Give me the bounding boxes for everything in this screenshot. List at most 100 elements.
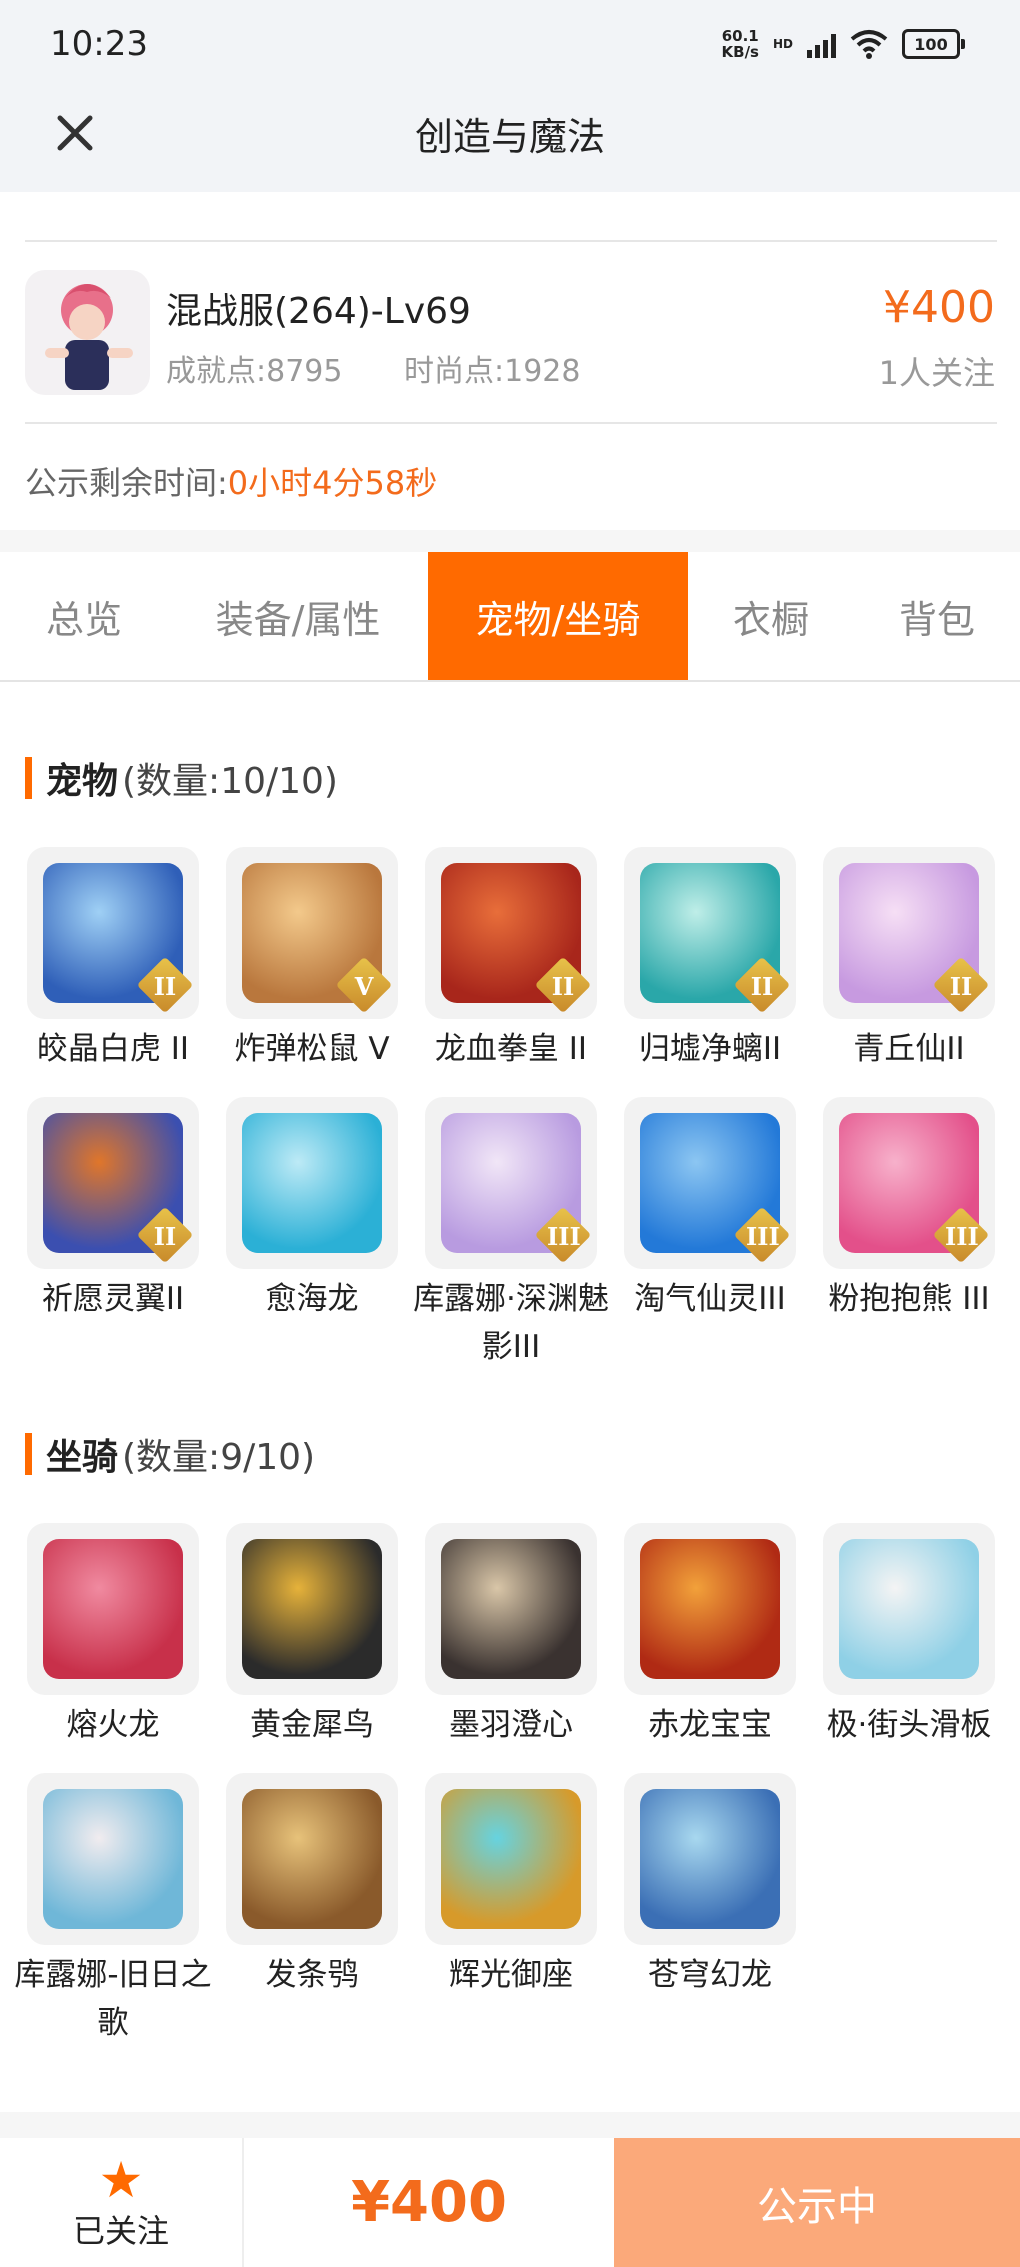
pet-thumbnail: II xyxy=(27,847,199,1019)
wifi-icon xyxy=(850,30,888,59)
mount-item[interactable]: 黄金犀鸟 xyxy=(226,1523,398,1749)
mount-thumbnail xyxy=(624,1773,796,1945)
tab-overview[interactable]: 总览 xyxy=(0,552,168,680)
mount-name: 熔火龙 xyxy=(66,1707,160,1743)
divider xyxy=(25,422,997,424)
mount-item[interactable]: 发条鸮 xyxy=(226,1773,398,2047)
pet-name: 祈愿灵翼II xyxy=(41,1281,185,1317)
mounts-section-title: 坐骑 (数量:9/10) xyxy=(25,1428,315,1480)
mount-item[interactable]: 库露娜-旧日之歌 xyxy=(14,1773,212,2047)
net-speed-unit: KB/s xyxy=(721,43,759,61)
tier-badge-label: II xyxy=(153,972,177,1001)
mounts-grid: 熔火龙 黄金犀鸟 墨羽澄心 赤龙宝宝 极·街头滑板库露娜-旧日之歌 发条鸮 辉光御座 苍穹幻龙 xyxy=(14,1523,997,2047)
tier-badge-label: II xyxy=(551,972,575,1001)
tier-badge-label: II xyxy=(750,972,774,1001)
pet-name: 粉抱抱熊 III xyxy=(828,1281,990,1317)
pets-section-title: 宠物 (数量:10/10) xyxy=(25,752,338,804)
pet-item[interactable]: II 归墟净螭II xyxy=(624,847,796,1073)
signal-icon xyxy=(807,30,836,58)
pet-item[interactable]: III 淘气仙灵III xyxy=(624,1097,796,1371)
battery-level: 100 xyxy=(914,34,948,54)
tier-badge-label: II xyxy=(153,1222,177,1251)
pets-title: 宠物 xyxy=(46,761,119,802)
pet-item[interactable]: II 祈愿灵翼II xyxy=(27,1097,199,1371)
tab-equipment[interactable]: 装备/属性 xyxy=(168,552,428,680)
tier-badge-label: III xyxy=(746,1222,780,1251)
pet-item[interactable]: III 库露娜·深渊魅影III xyxy=(413,1097,609,1371)
tier-badge-label: II xyxy=(949,972,973,1001)
pet-item[interactable]: II 青丘仙II xyxy=(823,847,995,1073)
mount-item[interactable]: 熔火龙 xyxy=(27,1523,199,1749)
mount-name: 黄金犀鸟 xyxy=(250,1707,374,1743)
mount-thumbnail xyxy=(823,1523,995,1695)
mount-image xyxy=(640,1789,780,1929)
mount-image xyxy=(441,1789,581,1929)
status-bar: 10:23 60.1 KB/s HD 100 xyxy=(0,0,1020,92)
mount-item[interactable]: 墨羽澄心 xyxy=(425,1523,597,1749)
tier-badge-label: III xyxy=(547,1222,581,1251)
mount-name: 发条鸮 xyxy=(265,1957,359,1993)
mount-thumbnail xyxy=(27,1523,199,1695)
pet-thumbnail: III xyxy=(823,1097,995,1269)
pet-thumbnail: III xyxy=(425,1097,597,1269)
hd-indicator: HD xyxy=(772,37,793,51)
bottom-gap xyxy=(0,2112,1020,2138)
tier-badge-label: V xyxy=(354,972,374,1001)
mount-thumbnail xyxy=(27,1773,199,1945)
mount-item[interactable]: 赤龙宝宝 xyxy=(624,1523,796,1749)
follow-button[interactable]: ★ 已关注 xyxy=(0,2138,244,2267)
section-accent-bar xyxy=(25,1433,32,1475)
pet-item[interactable]: 愈海龙 xyxy=(226,1097,398,1371)
mounts-count: (数量:9/10) xyxy=(122,1437,316,1478)
tab-bar: 总览 装备/属性 宠物/坐骑 衣橱 背包 xyxy=(0,552,1020,682)
pet-thumbnail xyxy=(226,1097,398,1269)
mount-thumbnail xyxy=(425,1523,597,1695)
character-name: 混战服(264)-Lv69 xyxy=(166,291,471,332)
nav-bar: 创造与魔法 xyxy=(0,92,1020,192)
mount-thumbnail xyxy=(425,1773,597,1945)
pet-name: 青丘仙II xyxy=(853,1031,965,1067)
mounts-title: 坐骑 xyxy=(46,1437,119,1478)
mount-image xyxy=(839,1539,979,1679)
publicity-status-button[interactable]: 公示中 xyxy=(614,2138,1020,2267)
pet-item[interactable]: V 炸弹松鼠 V xyxy=(226,847,398,1073)
pet-item[interactable]: II 龙血拳皇 II xyxy=(425,847,597,1073)
countdown-label: 公示剩余时间: xyxy=(25,464,228,502)
mount-name: 库露娜-旧日之歌 xyxy=(14,1957,212,2041)
avatar xyxy=(25,270,150,395)
section-gap xyxy=(0,530,1020,552)
pet-name: 龙血拳皇 II xyxy=(434,1031,588,1067)
mount-item[interactable]: 极·街头滑板 xyxy=(823,1523,995,1749)
pets-count: (数量:10/10) xyxy=(122,761,338,802)
net-speed-value: 60.1 xyxy=(721,27,759,45)
character-price: ¥400 xyxy=(883,282,995,333)
mount-item[interactable]: 辉光御座 xyxy=(425,1773,597,2047)
pet-thumbnail: III xyxy=(624,1097,796,1269)
tab-backpack[interactable]: 背包 xyxy=(854,552,1020,680)
mount-item[interactable]: 苍穹幻龙 xyxy=(624,1773,796,2047)
pet-thumbnail: II xyxy=(624,847,796,1019)
mount-image xyxy=(242,1789,382,1929)
pet-name: 库露娜·深渊魅影III xyxy=(413,1281,609,1365)
pet-name: 归墟净螭II xyxy=(638,1031,782,1067)
status-time: 10:23 xyxy=(50,24,148,64)
tier-badge-label: III xyxy=(945,1222,979,1251)
pet-name: 愈海龙 xyxy=(265,1281,359,1317)
mount-image xyxy=(441,1539,581,1679)
divider xyxy=(25,240,997,242)
page-title: 创造与魔法 xyxy=(414,115,605,159)
mount-name: 极·街头滑板 xyxy=(826,1707,992,1743)
mount-name: 苍穹幻龙 xyxy=(648,1957,772,1993)
achievement-points: 成就点:8795 xyxy=(166,354,343,389)
status-icons: 60.1 KB/s HD 100 xyxy=(721,27,965,61)
character-card[interactable]: 混战服(264)-Lv69 成就点:8795 时尚点:1928 ¥400 1人关… xyxy=(0,262,1020,422)
mount-image xyxy=(43,1539,183,1679)
pet-name: 皎晶白虎 II xyxy=(36,1031,190,1067)
tab-pets-mounts[interactable]: 宠物/坐骑 xyxy=(428,552,688,680)
tab-wardrobe[interactable]: 衣橱 xyxy=(688,552,854,680)
mount-thumbnail xyxy=(226,1773,398,1945)
pet-thumbnail: II xyxy=(27,1097,199,1269)
countdown-value: 0小时4分58秒 xyxy=(227,464,438,502)
pet-item[interactable]: III 粉抱抱熊 III xyxy=(823,1097,995,1371)
pet-item[interactable]: II 皎晶白虎 II xyxy=(27,847,199,1073)
